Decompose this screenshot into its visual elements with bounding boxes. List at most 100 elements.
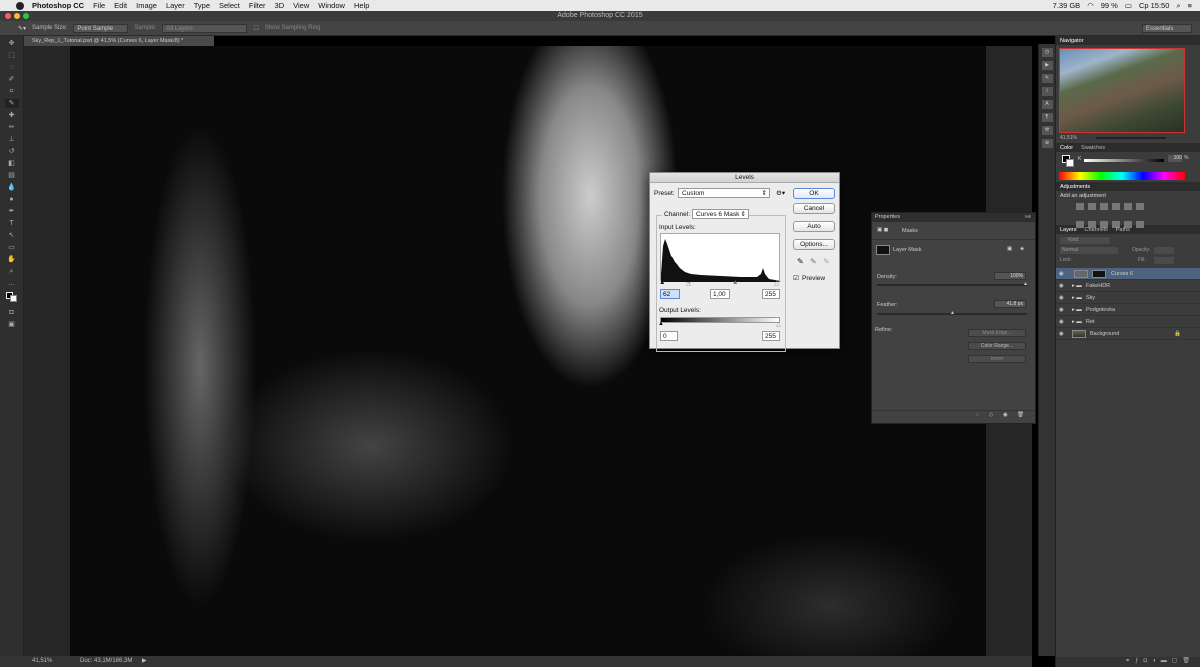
quick-mask-icon[interactable]: ◘ [5, 308, 19, 317]
panel-menu-icon[interactable]: »≡ [1025, 213, 1031, 222]
storage-status[interactable]: 7.39 GB [1053, 1, 1081, 10]
layer-mask-thumb[interactable] [1092, 270, 1106, 278]
layer-row[interactable]: ◉ Curves 6 [1056, 268, 1200, 280]
feather-field[interactable]: 41,8 px [994, 300, 1026, 308]
image-canvas[interactable] [70, 46, 986, 656]
ok-button[interactable]: OK [793, 188, 835, 199]
info-icon[interactable]: i [1041, 87, 1053, 96]
input-black-field[interactable]: 62 [660, 289, 680, 299]
paths-tab[interactable]: Paths [1116, 227, 1130, 233]
hue-icon[interactable] [1076, 221, 1084, 228]
zoom-tool-icon[interactable]: ⌕ [5, 267, 19, 276]
battery-icon[interactable]: ▭ [1125, 1, 1132, 10]
brush-presets-icon[interactable]: ✎ [1041, 74, 1053, 83]
eye-icon[interactable]: ◉ [1059, 328, 1064, 340]
curves-icon[interactable] [1100, 203, 1108, 210]
menu-help[interactable]: Help [354, 1, 369, 10]
menu-file[interactable]: File [93, 1, 105, 10]
move-tool-icon[interactable]: ✥ [5, 39, 19, 48]
new-layer-icon[interactable]: ▢ [1172, 658, 1183, 664]
masks-tab[interactable]: Masks [902, 228, 918, 234]
input-gamma-slider[interactable]: ▲ [732, 279, 738, 286]
auto-button[interactable]: Auto [793, 221, 835, 232]
input-black-slider[interactable]: ▲ [659, 279, 665, 286]
tool-presets-icon[interactable]: ⚒ [1041, 126, 1053, 135]
color-spectrum[interactable] [1059, 172, 1185, 180]
workspace-dropdown[interactable]: Essentials [1142, 23, 1192, 33]
menu-view[interactable]: View [293, 1, 309, 10]
menu-edit[interactable]: Edit [114, 1, 127, 10]
marquee-tool-icon[interactable]: ⬚ [5, 51, 19, 60]
clone-source-icon[interactable]: ⊕ [1041, 139, 1053, 148]
input-white-slider[interactable]: △ [774, 279, 779, 287]
eye-icon[interactable]: ◉ [1003, 412, 1008, 418]
mask-edge-button[interactable]: Mask Edge... [968, 329, 1026, 337]
navigator-zoom[interactable]: 41,51% [1060, 135, 1077, 141]
zoom-window-button[interactable] [23, 13, 29, 19]
search-icon[interactable]: ⌕ [1176, 1, 1180, 11]
load-selection-icon[interactable]: ◌ [976, 412, 979, 418]
type-tool-icon[interactable]: T [5, 219, 19, 228]
pen-tool-icon[interactable]: ✒ [5, 207, 19, 216]
brightness-icon[interactable] [1076, 203, 1084, 210]
eraser-tool-icon[interactable]: ◧ [5, 159, 19, 168]
menu-select[interactable]: Select [219, 1, 240, 10]
color-tab[interactable]: Color [1060, 145, 1073, 151]
battery-level[interactable]: 99 % [1101, 1, 1118, 10]
dodge-tool-icon[interactable]: ● [5, 195, 19, 204]
healing-tool-icon[interactable]: ✚ [5, 111, 19, 120]
input-white-field[interactable]: 255 [762, 289, 780, 299]
background-color-swatch[interactable] [9, 295, 17, 302]
character-icon[interactable]: A [1041, 100, 1053, 109]
preset-dropdown[interactable]: Custom ⇕ [678, 188, 770, 198]
menu-list-icon[interactable]: ≡ [1188, 1, 1192, 10]
density-field[interactable]: 100% [994, 272, 1026, 280]
opacity-field[interactable] [1154, 247, 1174, 254]
menu-app[interactable]: Photoshop CC [32, 1, 84, 10]
black-eyedropper-icon[interactable]: ✎ [797, 257, 804, 266]
menu-image[interactable]: Image [136, 1, 157, 10]
layer-row[interactable]: ◉ ▸ ▬ Podgotovka [1056, 304, 1200, 316]
trash-icon[interactable]: 🗑 [1182, 658, 1195, 664]
history-icon[interactable]: ◷ [1041, 48, 1053, 57]
output-white-slider[interactable]: △ [776, 321, 781, 328]
folder-icon[interactable]: ▬ [1161, 658, 1172, 664]
shape-tool-icon[interactable]: ▭ [5, 243, 19, 252]
output-black-slider[interactable]: ▲ [658, 321, 664, 327]
brush-tool-icon[interactable]: ✏ [5, 123, 19, 132]
color-range-button[interactable]: Color Range... [968, 342, 1026, 350]
density-slider[interactable] [877, 284, 1027, 286]
channel-dropdown[interactable]: Curves 6 Mask ⇕ [692, 209, 749, 219]
levels-icon[interactable] [1088, 203, 1096, 210]
eye-icon[interactable]: ◉ [1059, 280, 1064, 292]
clock[interactable]: Ср 15:50 [1139, 1, 1169, 10]
invert-button[interactable]: Invert [968, 355, 1026, 363]
fill-field[interactable] [1154, 257, 1174, 264]
add-mask-icon[interactable]: ◘ [1143, 658, 1152, 664]
minimize-window-button[interactable] [14, 13, 20, 19]
preview-checkbox[interactable]: ☑ [793, 274, 799, 282]
options-button[interactable]: Options... [793, 239, 835, 250]
gradient-tool-icon[interactable]: ▤ [5, 171, 19, 180]
quick-select-tool-icon[interactable]: ✐ [5, 75, 19, 84]
trash-icon[interactable]: 🗑 [1017, 412, 1024, 418]
document-tab[interactable]: Sky_Rep_1_Tutorial.psd @ 41,5% (Curves 6… [24, 36, 214, 46]
eye-icon[interactable]: ◉ [1059, 268, 1064, 280]
eyedropper-icon[interactable]: ✎▾ [18, 25, 26, 32]
more-tools-icon[interactable]: … [5, 279, 19, 288]
eye-icon[interactable]: ◉ [1059, 292, 1064, 304]
sample-dropdown[interactable]: All Layers [162, 23, 248, 33]
apply-mask-icon[interactable]: ◇ [989, 412, 993, 418]
exposure-icon[interactable] [1112, 203, 1120, 210]
apple-icon[interactable] [16, 1, 24, 10]
vector-mask-icon[interactable]: ◈ [1020, 246, 1024, 252]
eye-icon[interactable]: ◉ [1059, 304, 1064, 316]
adjustments-tab[interactable]: Adjustments [1060, 184, 1090, 190]
channels-tab[interactable]: Channels [1085, 227, 1108, 233]
hand-tool-icon[interactable]: ✋ [5, 255, 19, 264]
cancel-button[interactable]: Cancel [793, 203, 835, 214]
feather-slider-thumb[interactable]: ▲ [950, 310, 955, 316]
history-brush-icon[interactable]: ↺ [5, 147, 19, 156]
actions-icon[interactable]: ▶ [1041, 61, 1053, 70]
blend-mode-dropdown[interactable]: Normal [1060, 247, 1118, 254]
